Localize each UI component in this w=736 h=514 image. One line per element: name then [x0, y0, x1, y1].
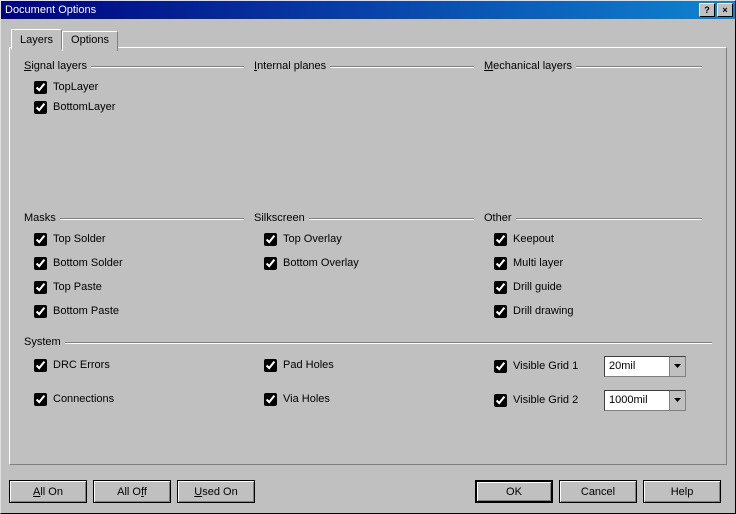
- help-button[interactable]: ?: [699, 3, 715, 17]
- mechanical-layers-group: Mechanical layers: [484, 60, 712, 72]
- combo-grid-2[interactable]: 1000mil: [604, 390, 686, 411]
- layers-panel: Signal layers TopLayer BottomLayer Inter…: [9, 47, 727, 465]
- help-icon: ?: [704, 6, 710, 15]
- tab-layers[interactable]: Layers: [11, 29, 62, 50]
- all-off-button[interactable]: All Off: [93, 480, 171, 503]
- close-icon: ×: [722, 6, 727, 15]
- internal-planes-group: Internal planes: [254, 60, 484, 72]
- tab-options[interactable]: Options: [62, 31, 118, 51]
- masks-group: Masks: [24, 212, 254, 224]
- checkbox-multi-layer[interactable]: Multi layer: [494, 254, 712, 272]
- chevron-down-icon[interactable]: [669, 391, 685, 410]
- checkbox-via-holes[interactable]: Via Holes: [264, 390, 484, 408]
- checkbox-toplayer-input[interactable]: [34, 81, 47, 94]
- all-on-button[interactable]: All On: [9, 480, 87, 503]
- signal-layers-group: Signal layers: [24, 60, 254, 72]
- cancel-button[interactable]: Cancel: [559, 480, 637, 503]
- combo-grid-1[interactable]: 20mil: [604, 356, 686, 377]
- checkbox-top-overlay[interactable]: Top Overlay: [264, 230, 484, 248]
- checkbox-visible-grid-2[interactable]: Visible Grid 2: [494, 394, 604, 407]
- help-button[interactable]: Help: [643, 480, 721, 503]
- ok-button[interactable]: OK: [475, 480, 553, 503]
- checkbox-top-solder[interactable]: Top Solder: [34, 230, 254, 248]
- checkbox-toplayer[interactable]: TopLayer: [34, 78, 254, 96]
- window-title: Document Options: [5, 4, 697, 16]
- checkbox-bottom-solder[interactable]: Bottom Solder: [34, 254, 254, 272]
- checkbox-bottomlayer[interactable]: BottomLayer: [34, 98, 254, 116]
- visible-grid-2: Visible Grid 2 1000mil: [494, 388, 686, 412]
- button-bar: All On All Off Used On OK Cancel Help: [9, 480, 727, 503]
- checkbox-connections[interactable]: Connections: [34, 390, 254, 408]
- other-group: Other: [484, 212, 712, 224]
- checkbox-bottom-overlay[interactable]: Bottom Overlay: [264, 254, 484, 272]
- checkbox-keepout[interactable]: Keepout: [494, 230, 712, 248]
- checkbox-pad-holes[interactable]: Pad Holes: [264, 356, 484, 374]
- system-group: System: [24, 336, 712, 348]
- tab-strip: Layers Options: [11, 29, 727, 49]
- checkbox-bottomlayer-input[interactable]: [34, 101, 47, 114]
- checkbox-top-paste[interactable]: Top Paste: [34, 278, 254, 296]
- silkscreen-group: Silkscreen: [254, 212, 484, 224]
- document-options-window: Document Options ? × Layers Options Sign…: [0, 0, 736, 514]
- checkbox-bottom-paste[interactable]: Bottom Paste: [34, 302, 254, 320]
- used-on-button[interactable]: Used On: [177, 480, 255, 503]
- close-button[interactable]: ×: [717, 3, 733, 17]
- chevron-down-icon[interactable]: [669, 357, 685, 376]
- titlebar: Document Options ? ×: [1, 1, 735, 19]
- checkbox-visible-grid-1[interactable]: Visible Grid 1: [494, 360, 604, 373]
- checkbox-drill-guide[interactable]: Drill guide: [494, 278, 712, 296]
- visible-grid-1: Visible Grid 1 20mil: [494, 354, 686, 378]
- checkbox-drill-drawing[interactable]: Drill drawing: [494, 302, 712, 320]
- checkbox-drc-errors[interactable]: DRC Errors: [34, 356, 254, 374]
